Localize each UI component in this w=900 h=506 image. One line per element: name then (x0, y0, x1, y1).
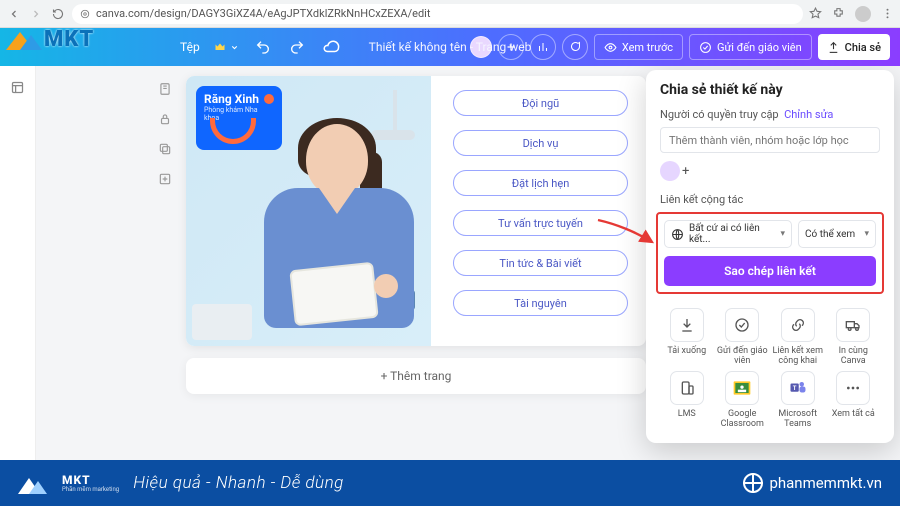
bookmark-star-icon[interactable] (809, 7, 822, 20)
canva-toolbar: MKT Tệp Thiết kế không tên - Trang web (0, 28, 900, 66)
link-permission-dropdown[interactable]: Có thể xem ▾ (798, 220, 876, 248)
link-scope-dropdown[interactable]: Bất cứ ai có liên kết... ▾ (664, 220, 792, 248)
lock-icon[interactable] (156, 110, 174, 128)
nav-back-icon[interactable] (6, 6, 22, 22)
browser-chrome: canva.com/design/DAGY3GiXZ4A/eAgJPTXdklZ… (0, 0, 900, 28)
url-text: canva.com/design/DAGY3GiXZ4A/eAgJPTXdklZ… (96, 7, 430, 20)
page-nav-buttons: Đội ngũ Dịch vụ Đặt lịch hẹn Tư vấn trực… (431, 76, 646, 346)
globe-icon (743, 473, 763, 493)
add-avatar-icon[interactable]: + (682, 164, 689, 179)
access-row: Người có quyền truy cập Chỉnh sửa (660, 108, 880, 121)
check-circle-icon (699, 41, 712, 54)
highlighted-link-section: Bất cứ ai có liên kết... ▾ Có thể xem ▾ … (656, 212, 884, 294)
comment-icon[interactable] (562, 34, 588, 60)
redo-icon[interactable] (287, 37, 307, 57)
member-avatar[interactable] (660, 161, 680, 181)
chrome-menu-icon[interactable] (881, 7, 894, 20)
site-info-icon[interactable] (80, 9, 90, 19)
notes-icon[interactable] (156, 80, 174, 98)
chevron-down-icon: ▾ (864, 229, 869, 239)
nav-btn-booking[interactable]: Đặt lịch hẹn (453, 170, 628, 196)
page-tools (156, 80, 174, 188)
add-page-button[interactable]: + Thêm trang (186, 358, 646, 394)
opt-download[interactable]: Tải xuống (660, 308, 714, 367)
share-panel: Chia sẻ thiết kế này Người có quyền truy… (646, 70, 894, 443)
check-circle-icon (725, 308, 759, 342)
footer-logo (18, 472, 48, 494)
opt-ms-teams[interactable]: T Microsoft Teams (771, 371, 825, 430)
design-page[interactable]: Răng Xinh Phòng khám Nha khoa Đội ngũ Dị… (186, 76, 646, 346)
share-options-grid: Tải xuống Gửi đến giáo viên Liên kết xem… (660, 308, 880, 429)
device-icon (670, 371, 704, 405)
chevron-down-icon (230, 43, 239, 52)
nurse-illustration (256, 124, 426, 344)
footer-tagline: Hiệu quả - Nhanh - Dễ dùng (133, 473, 344, 493)
collab-link-label: Liên kết cộng tác (660, 193, 880, 206)
nav-btn-resources[interactable]: Tài nguyên (453, 290, 628, 316)
insights-icon[interactable] (530, 34, 556, 60)
edit-access-link[interactable]: Chỉnh sửa (784, 108, 833, 121)
eye-icon (604, 41, 617, 54)
more-dots-icon (836, 371, 870, 405)
cloud-sync-icon[interactable] (321, 37, 341, 57)
menu-file[interactable]: Tệp (180, 40, 200, 54)
opt-lms[interactable]: LMS (660, 371, 714, 430)
opt-google-classroom[interactable]: Google Classroom (716, 371, 770, 430)
google-classroom-icon (725, 371, 759, 405)
truck-icon (836, 308, 870, 342)
canvas-area[interactable]: Răng Xinh Phòng khám Nha khoa Đội ngũ Dị… (36, 66, 900, 460)
ms-teams-icon: T (781, 371, 815, 405)
nav-btn-services[interactable]: Dịch vụ (453, 130, 628, 156)
design-title[interactable]: Thiết kế không tên - Trang web (369, 40, 532, 54)
chevron-down-icon: ▾ (780, 229, 785, 239)
undo-icon[interactable] (253, 37, 273, 57)
send-teacher-button[interactable]: Gửi đến giáo viên (689, 34, 812, 60)
menu-resize[interactable] (214, 41, 239, 53)
url-bar[interactable]: canva.com/design/DAGY3GiXZ4A/eAgJPTXdklZ… (72, 4, 803, 24)
svg-text:T: T (793, 385, 797, 392)
profile-avatar-icon[interactable] (855, 6, 871, 22)
add-icon[interactable] (156, 170, 174, 188)
download-icon (670, 308, 704, 342)
preview-button[interactable]: Xem trước (594, 34, 683, 60)
footer-brand-sub: Phần mềm marketing (62, 486, 119, 493)
opt-see-all[interactable]: Xem tất cả (827, 371, 881, 430)
page-hero-image[interactable]: Răng Xinh Phòng khám Nha khoa (186, 76, 431, 346)
nav-btn-consult[interactable]: Tư vấn trực tuyến (453, 210, 628, 236)
globe-icon (671, 228, 684, 241)
share-title: Chia sẻ thiết kế này (660, 82, 880, 98)
footer-banner: MKT Phần mềm marketing Hiệu quả - Nhanh … (0, 460, 900, 506)
opt-send-teacher[interactable]: Gửi đến giáo viên (716, 308, 770, 367)
mkt-watermark-logo: MKT (0, 26, 94, 52)
footer-brand: MKT (62, 474, 119, 486)
opt-public-link[interactable]: Liên kết xem công khai (771, 308, 825, 367)
left-rail (0, 66, 36, 460)
upload-icon (827, 41, 840, 54)
crown-icon (214, 41, 226, 53)
extensions-icon[interactable] (832, 7, 845, 20)
link-icon (781, 308, 815, 342)
nav-forward-icon[interactable] (28, 6, 44, 22)
nav-btn-news[interactable]: Tin tức & Bài viết (453, 250, 628, 276)
nav-reload-icon[interactable] (50, 6, 66, 22)
copy-link-button[interactable]: Sao chép liên kết (664, 256, 876, 286)
share-button[interactable]: Chia sẻ (818, 34, 890, 60)
editor-workspace: Răng Xinh Phòng khám Nha khoa Đội ngũ Dị… (0, 66, 900, 460)
rail-templates-icon[interactable] (9, 78, 27, 96)
duplicate-icon[interactable] (156, 140, 174, 158)
opt-print-canva[interactable]: In cùng Canva (827, 308, 881, 367)
add-members-input[interactable] (660, 127, 880, 153)
footer-site[interactable]: phanmemmkt.vn (743, 473, 882, 493)
nav-btn-team[interactable]: Đội ngũ (453, 90, 628, 116)
